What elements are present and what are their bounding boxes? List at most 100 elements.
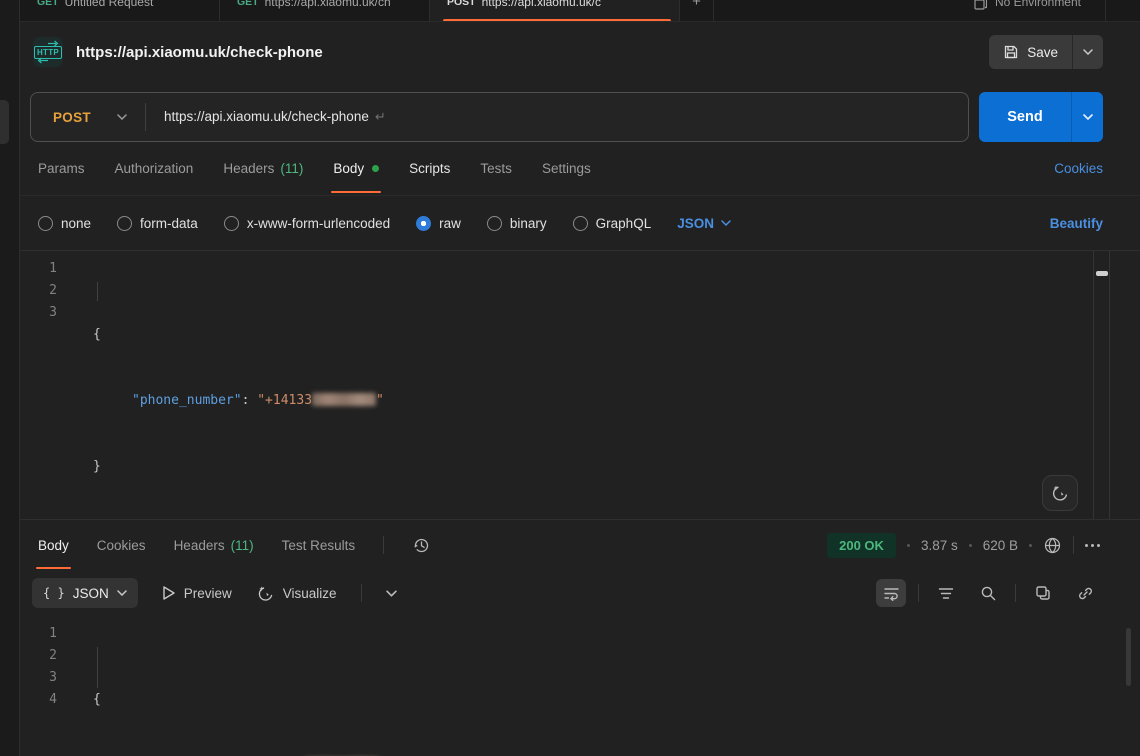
radio-icon [487, 216, 502, 231]
globe-icon [1043, 536, 1062, 555]
mode-graphql[interactable]: GraphQL [573, 216, 652, 231]
response-tab-cookies[interactable]: Cookies [97, 520, 146, 570]
divider [1073, 536, 1074, 554]
request-body-editor[interactable]: 1 2 3 { "phone_number": "+14133" } [20, 250, 1140, 520]
tab-scripts[interactable]: Scripts [409, 142, 450, 195]
filter-button[interactable] [931, 579, 961, 607]
response-tab-headers[interactable]: Headers(11) [174, 520, 254, 570]
tab-body[interactable]: Body [333, 142, 379, 195]
sparkle-wand-icon [1050, 483, 1070, 503]
return-key-glyph: ↵ [375, 109, 386, 124]
request-tab-2[interactable]: GET https://api.xiaomu.uk/ch [220, 0, 430, 22]
beautify-label: Beautify [1050, 216, 1103, 231]
mode-binary[interactable]: binary [487, 216, 547, 231]
tab-label: Test Results [282, 538, 356, 553]
environment-icon [973, 0, 987, 10]
dot-separator [969, 544, 972, 547]
send-button[interactable]: Send [979, 92, 1103, 142]
response-options-button[interactable] [1085, 544, 1100, 547]
indent-guide [97, 647, 98, 688]
response-header: Body Cookies Headers(11) Test Results 20… [20, 520, 1140, 570]
body-mode-row: none form-data x-www-form-urlencoded raw… [20, 196, 1140, 250]
response-format-dropdown[interactable]: { } JSON [32, 578, 138, 608]
method-dropdown[interactable]: POST [31, 93, 145, 141]
editor-scrollbar[interactable] [1093, 251, 1110, 519]
indent-guide [97, 282, 98, 301]
response-body-viewer[interactable]: 1 2 3 4 { "phone_number": "+1413", "stat… [20, 616, 1140, 756]
mode-form-data[interactable]: form-data [117, 216, 198, 231]
tab-authorization[interactable]: Authorization [115, 142, 194, 195]
tab-settings[interactable]: Settings [542, 142, 591, 195]
response-tab-body[interactable]: Body [38, 520, 69, 570]
response-size: 620 B [983, 538, 1018, 553]
divider [1015, 584, 1016, 602]
chevron-down-icon [117, 590, 127, 596]
wrap-text-button[interactable] [876, 579, 906, 607]
preview-button[interactable]: Preview [162, 585, 232, 601]
cookies-link[interactable]: Cookies [1054, 142, 1103, 195]
code-content: { "phone_number": "+1413", "status": "可用… [93, 623, 396, 756]
save-button[interactable]: Save [989, 35, 1103, 69]
code-token: { [93, 692, 101, 707]
line-numbers: 1 2 3 [20, 258, 70, 520]
tab-method: GET [237, 0, 259, 16]
tab-params[interactable]: Params [38, 142, 85, 195]
beautify-link[interactable]: Beautify [1050, 196, 1103, 250]
tab-label: Settings [542, 161, 591, 176]
response-history-button[interactable] [412, 536, 431, 555]
search-icon [980, 585, 997, 602]
tab-label: Authorization [115, 161, 194, 176]
mode-label: form-data [140, 216, 198, 231]
code-token: { [93, 327, 101, 342]
chevron-down-icon [117, 114, 127, 120]
tab-label: Scripts [409, 161, 450, 176]
braces-icon: { } [43, 586, 65, 600]
mode-label: none [61, 216, 91, 231]
tab-headers[interactable]: Headers(11) [223, 142, 303, 195]
request-tab-1[interactable]: GET Untitled Request [20, 0, 220, 22]
new-tab-button[interactable]: + [680, 0, 714, 22]
more-views-button[interactable] [386, 590, 397, 597]
mode-label: raw [439, 216, 461, 231]
chevron-down-icon [1083, 114, 1093, 120]
mode-x-www-form-urlencoded[interactable]: x-www-form-urlencoded [224, 216, 390, 231]
link-button[interactable] [1070, 579, 1100, 607]
response-tab-test-results[interactable]: Test Results [282, 520, 356, 570]
sidebar-handle[interactable] [0, 100, 9, 144]
scrollbar-thumb[interactable] [1126, 628, 1131, 686]
tab-label: Tests [480, 161, 512, 176]
mode-raw-selected[interactable]: raw [416, 216, 461, 231]
scrollbar-thumb[interactable] [1096, 271, 1108, 276]
visualize-label: Visualize [283, 586, 337, 601]
mode-none[interactable]: none [38, 216, 91, 231]
tab-tests[interactable]: Tests [480, 142, 512, 195]
divider [361, 584, 362, 602]
network-info-button[interactable] [1043, 536, 1062, 555]
radio-icon [573, 216, 588, 231]
response-meta: 200 OK 3.87 s 620 B [827, 533, 1100, 558]
mode-label: x-www-form-urlencoded [247, 216, 390, 231]
dot-separator [907, 544, 910, 547]
send-button-main[interactable]: Send [979, 92, 1071, 142]
request-tab-3-active[interactable]: POST https://api.xiaomu.uk/c [430, 0, 680, 22]
method-label: POST [53, 110, 91, 125]
save-button-main[interactable]: Save [989, 35, 1072, 69]
copy-button[interactable] [1028, 579, 1058, 607]
search-button[interactable] [973, 579, 1003, 607]
save-options-button[interactable] [1072, 35, 1103, 69]
redacted-value [312, 393, 376, 406]
mode-label: GraphQL [596, 216, 652, 231]
save-label: Save [1027, 45, 1058, 60]
chevron-down-icon [1083, 49, 1093, 55]
environment-selector[interactable]: No Environment [973, 0, 1106, 22]
language-dropdown[interactable]: JSON [677, 216, 731, 231]
tab-method: POST [447, 0, 476, 16]
tab-method: GET [37, 0, 59, 16]
dot-separator [1029, 544, 1032, 547]
send-options-button[interactable] [1071, 92, 1103, 142]
visualize-button[interactable]: Visualize [256, 584, 337, 603]
postbot-button[interactable] [1042, 475, 1078, 511]
cookies-label: Cookies [1054, 161, 1103, 176]
request-section-tabs: Params Authorization Headers(11) Body Sc… [20, 142, 1140, 196]
url-input[interactable]: https://api.xiaomu.uk/check-phone↵ [146, 109, 968, 125]
